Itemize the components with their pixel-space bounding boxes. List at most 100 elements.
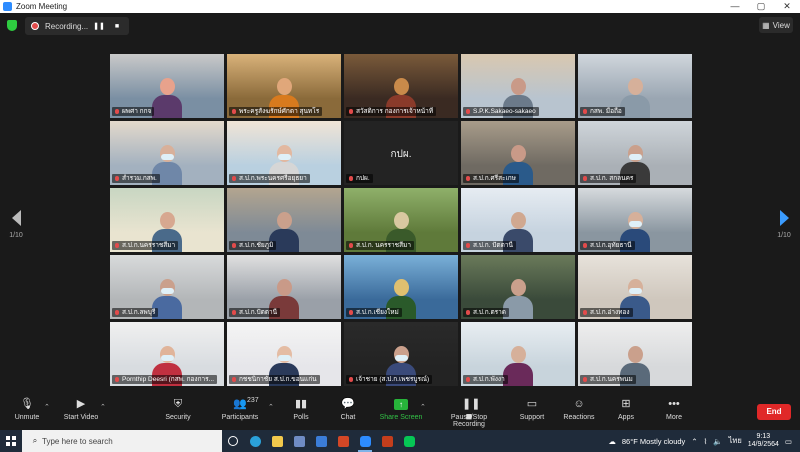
chat-button[interactable]: 💬 Chat [318, 398, 378, 421]
participant-name-label: ส.ป.ก.ปัตตานี [229, 308, 281, 317]
polls-icon: ▮▮ [294, 398, 308, 410]
line-icon [403, 435, 415, 447]
taskbar-search[interactable]: ⌕ Type here to search [22, 430, 222, 452]
support-label: Support [519, 414, 545, 421]
weather-text[interactable]: 86°F Mostly cloudy [622, 437, 685, 446]
pause-recording-icon[interactable]: ❚❚ [93, 20, 105, 32]
end-meeting-button[interactable]: End [757, 404, 791, 420]
minimize-button[interactable]: — [722, 0, 748, 13]
taskbar-app-line[interactable] [398, 430, 420, 452]
participant-tile[interactable]: ส.ป.ก.ลพบุรี [110, 255, 224, 319]
participant-display-name: กปผ. [390, 149, 412, 160]
polls-label: Polls [293, 414, 309, 421]
share-options-caret[interactable]: ⌃ [420, 403, 426, 411]
participant-tile[interactable]: S.P.K.Sakaeo-sakaeo [461, 54, 575, 118]
participant-name-label: พระครูสังฆรักษ์ศักดา สุนทโร [229, 107, 323, 116]
windows-taskbar: ⌕ Type here to search ☁ 86°F Mostly clou… [0, 430, 800, 452]
taskbar-app-zoom[interactable] [354, 430, 376, 452]
page-indicator-left: 1/10 [9, 232, 23, 239]
participant-name-label: ส.ป.ก.ตราด [463, 308, 510, 317]
grid-view-icon: ▦ [762, 20, 770, 30]
tray-chevron-icon[interactable]: ⌃ [691, 437, 697, 446]
participant-tile[interactable]: ผพศา กกจ [110, 54, 224, 118]
participant-tile[interactable]: เจ้าชาย (ส.ป.ก.เพชรบูรณ์) [344, 322, 458, 386]
participant-tile[interactable]: ส.ป.ก. นครราชสีมา [344, 188, 458, 252]
participant-tile[interactable]: ส.ป.ก.ชัยภูมิ [227, 188, 341, 252]
participant-tile[interactable]: ส.ป.ก.นครราชสีมา [110, 188, 224, 252]
powerpoint-icon [381, 435, 393, 447]
security-label: Security [165, 414, 191, 421]
participant-tile[interactable]: ส.ป.ก.ตราด [461, 255, 575, 319]
participant-tile[interactable]: สวัสดิการ กองการเจ้าหน้าที่ [344, 54, 458, 118]
participant-tile[interactable]: ส.ป.ก.พังงา [461, 322, 575, 386]
participant-tile[interactable]: ส.ป.ก.อ่างทอง [578, 255, 692, 319]
participant-tile[interactable]: ส.ป.ก.อุทัยธานี [578, 188, 692, 252]
participant-tile[interactable]: ส.ป.ก.พระนครศรีอยุธยา [227, 121, 341, 185]
folder-icon [271, 435, 283, 447]
participant-figure [152, 78, 182, 118]
taskbar-app-edge[interactable] [244, 430, 266, 452]
more-button[interactable]: ••• More [644, 398, 704, 421]
participant-tile[interactable]: กชชนิกาชัย ส.ป.ก.ขอนแก่น [227, 322, 341, 386]
participant-tile[interactable]: ส.ป.ก.ปัตตานี [227, 255, 341, 319]
video-options-caret[interactable]: ⌃ [100, 403, 106, 411]
previous-page-button[interactable]: 1/10 [4, 210, 28, 239]
participant-tile[interactable]: ส.ป.ก.นครพนม [578, 322, 692, 386]
start-button[interactable] [0, 430, 22, 452]
taskbar-app-office[interactable] [332, 430, 354, 452]
participant-tile[interactable]: กปผ. กปผ. [344, 121, 458, 185]
encryption-shield-icon[interactable] [7, 20, 17, 31]
stop-recording-icon[interactable]: ■ [111, 20, 123, 32]
clock[interactable]: 9:13 14/9/2564 [748, 433, 779, 449]
next-page-button[interactable]: 1/10 [772, 210, 796, 239]
taskbar-app-store[interactable] [288, 430, 310, 452]
participant-name-label: กสพ. มือถือ [580, 107, 625, 116]
taskbar-app-mail[interactable] [310, 430, 332, 452]
taskbar-app-explorer[interactable] [266, 430, 288, 452]
edge-icon [249, 435, 261, 447]
participant-name-label: กชชนิกาชัย ส.ป.ก.ขอนแก่น [229, 375, 320, 384]
muted-mic-icon: 🎙 [20, 398, 34, 410]
participant-tile[interactable]: ส.ป.ก.เชียงใหม่ [344, 255, 458, 319]
pause-stop-icon: ❚❚ ■ [462, 398, 481, 423]
participant-name-label: สำรวม.กสพ. [112, 174, 160, 183]
taskbar-app-powerpoint[interactable] [376, 430, 398, 452]
wifi-icon[interactable]: ⌇ [704, 437, 708, 446]
office-icon [337, 435, 349, 447]
notifications-icon[interactable]: ▭ [785, 437, 792, 446]
volume-icon[interactable]: 🔈 [713, 437, 722, 446]
more-label: More [666, 414, 682, 421]
task-view-button[interactable] [222, 430, 244, 452]
participant-tile[interactable]: กสพ. มือถือ [578, 54, 692, 118]
participant-tile[interactable]: สำรวม.กสพ. [110, 121, 224, 185]
pause-stop-recording-button[interactable]: ❚❚ ■ Pause/Stop Recording [439, 398, 499, 428]
security-button[interactable]: ⛨ Security [148, 398, 208, 421]
recording-indicator: Recording... ❚❚ ■ [25, 17, 129, 35]
close-button[interactable]: ✕ [774, 0, 800, 13]
view-button[interactable]: ▦ View [759, 17, 793, 33]
zoom-app-icon [3, 2, 12, 11]
participant-name-label: ส.ป.ก.ชัยภูมิ [229, 241, 277, 250]
participant-tile[interactable]: ส.ป.ก. ปัตตานี [461, 188, 575, 252]
participant-count: 237 [247, 397, 259, 404]
participant-name-label: ส.ป.ก.อุทัยธานี [580, 241, 635, 250]
support-icon: ▭ [526, 398, 538, 410]
participant-tile[interactable]: ส.ป.ก.ศรีสะเกษ [461, 121, 575, 185]
participant-tile[interactable]: ส.ป.ก. สกลนคร [578, 121, 692, 185]
participant-name-label: S.P.K.Sakaeo-sakaeo [463, 107, 539, 116]
participant-tile[interactable]: พระครูสังฆรักษ์ศักดา สุนทโร [227, 54, 341, 118]
recording-dot-icon [31, 22, 39, 30]
share-label: Share Screen [379, 414, 423, 421]
audio-options-caret[interactable]: ⌃ [44, 403, 50, 411]
language-indicator[interactable]: ไทย [729, 435, 742, 447]
participant-name-label: ส.ป.ก. นครราชสีมา [346, 241, 414, 250]
security-shield-icon: ⛨ [173, 398, 183, 410]
chevron-left-icon [11, 210, 21, 226]
maximize-button[interactable]: ▢ [748, 0, 774, 13]
zoom-icon [359, 435, 371, 447]
participant-name-label: ส.ป.ก.พังงา [463, 375, 508, 384]
participants-button[interactable]: 👥 237 Participants [210, 397, 270, 421]
participant-tile[interactable]: Pornthip Deesri (กสพ. กองการ... [110, 322, 224, 386]
store-icon [293, 435, 305, 447]
participant-name-label: ผพศา กกจ [112, 107, 155, 116]
